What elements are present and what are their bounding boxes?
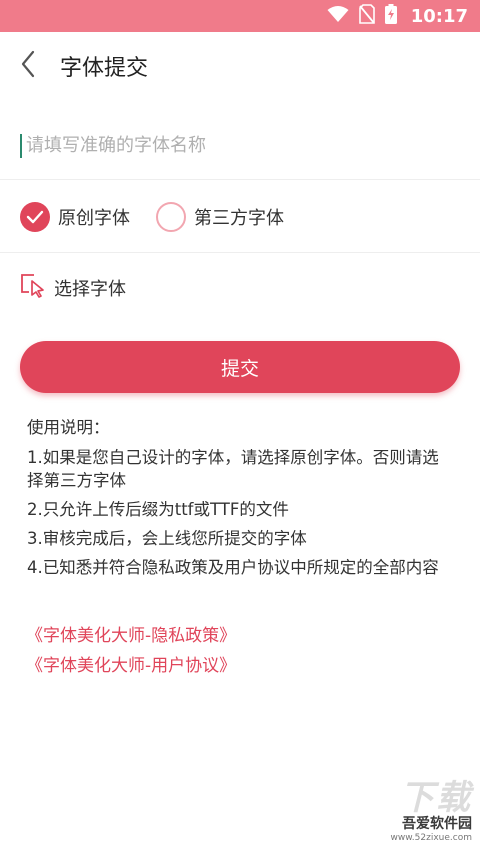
watermark-name: 吾爱软件园 (402, 816, 472, 832)
font-type-radio-group: 原创字体 第三方字体 (0, 181, 480, 253)
font-name-input[interactable] (24, 134, 448, 157)
radio-original-font[interactable]: 原创字体 (20, 201, 130, 232)
watermark-big-text: 下载 (400, 778, 472, 818)
instruction-item: 3.审核完成后，会上线您所提交的字体 (27, 529, 307, 548)
watermark: 下载 吾爱软件园 www.52zixue.com (340, 770, 480, 853)
instructions-title: 使用说明： (27, 418, 110, 437)
no-sim-icon (358, 4, 375, 28)
watermark-url: www.52zixue.com (390, 833, 472, 843)
radio-label: 第三方字体 (194, 207, 284, 229)
instruction-item: 2.只允许上传后缀为ttf或TTF的文件 (27, 500, 289, 519)
policy-links: 《字体美化大师-隐私政策》 《字体美化大师-用户协议》 (26, 621, 236, 681)
font-name-row (0, 112, 480, 180)
back-button[interactable] (10, 46, 46, 86)
radio-label: 原创字体 (58, 207, 130, 229)
instruction-item: 4.已知悉并符合隐私政策及用户协议中所规定的全部内容 (27, 558, 439, 577)
radio-empty-icon (156, 201, 186, 232)
status-bar: 10:17 (0, 0, 480, 32)
submit-button[interactable]: 提交 (20, 341, 460, 393)
privacy-policy-link[interactable]: 《字体美化大师-隐私政策》 (26, 621, 236, 651)
checkmark-icon (20, 201, 50, 232)
app-bar: 字体提交 (0, 32, 480, 100)
clock: 10:17 (410, 5, 468, 27)
page-title: 字体提交 (60, 56, 149, 81)
text-caret (20, 133, 22, 158)
chevron-left-icon (18, 49, 38, 83)
user-agreement-link[interactable]: 《字体美化大师-用户协议》 (26, 651, 236, 681)
select-font-label: 选择字体 (54, 279, 126, 300)
cursor-select-icon (20, 273, 46, 303)
wifi-icon (327, 5, 349, 27)
instruction-item: 1.如果是您自己设计的字体，请选择原创字体。否则请选择第三方字体 (27, 448, 439, 490)
select-font-button[interactable]: 选择字体 (0, 256, 480, 320)
battery-charging-icon (384, 4, 397, 28)
usage-instructions: 使用说明： 1.如果是您自己设计的字体，请选择原创字体。否则请选择第三方字体 2… (27, 416, 447, 585)
radio-third-party-font[interactable]: 第三方字体 (156, 201, 284, 232)
